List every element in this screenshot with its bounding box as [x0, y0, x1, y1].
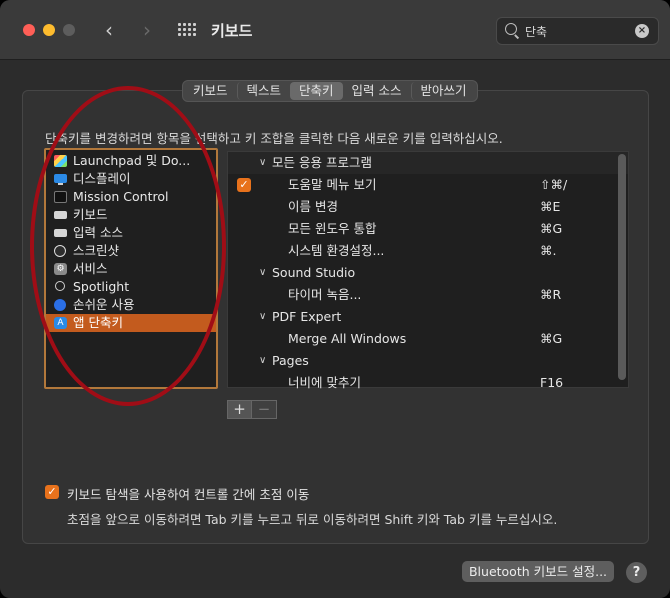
screenshot-icon: [54, 245, 66, 257]
shortcut-keys[interactable]: ⇧⌘/: [540, 174, 600, 196]
category-label: 키보드: [73, 207, 108, 222]
shortcut-group-row[interactable]: ∨ Pages: [228, 350, 628, 372]
window-title: 키보드: [211, 22, 253, 40]
shortcut-row[interactable]: 시스템 환경설정... ⌘.: [228, 240, 628, 262]
category-item-app-shortcuts[interactable]: A 앱 단축키: [46, 314, 216, 332]
zoom-window-button[interactable]: [63, 24, 75, 36]
category-label: 서비스: [73, 261, 108, 276]
disclosure-chevron-icon[interactable]: ∨: [259, 350, 266, 372]
category-item-services[interactable]: ⚙ 서비스: [46, 260, 216, 278]
search-icon: [505, 23, 517, 35]
shortcut-group-row[interactable]: ∨ 모든 응용 프로그램: [228, 152, 628, 174]
shortcut-group-row[interactable]: ∨ PDF Expert: [228, 306, 628, 328]
shortcut-row[interactable]: ✓ 도움말 메뉴 보기 ⇧⌘/: [228, 174, 628, 196]
tab-dictation[interactable]: 받아쓰기: [410, 82, 476, 100]
category-item-screenshot[interactable]: 스크린샷: [46, 242, 216, 260]
tab-input-sources[interactable]: 입력 소스: [343, 82, 411, 100]
category-item-display[interactable]: 디스플레이: [46, 170, 216, 188]
back-chevron-icon[interactable]: ‹: [97, 18, 121, 42]
keyboard-navigation-label[interactable]: 키보드 탐색을 사용하여 컨트롤 간에 초점 이동: [67, 484, 309, 503]
shortcut-row[interactable]: Merge All Windows ⌘G: [228, 328, 628, 350]
disclosure-chevron-icon[interactable]: ∨: [259, 306, 266, 328]
forward-chevron-icon[interactable]: ›: [135, 18, 159, 42]
shortcut-keys[interactable]: ⌘R: [540, 284, 600, 306]
shortcut-table-scrollbar[interactable]: [618, 154, 626, 380]
category-label: 앱 단축키: [73, 315, 123, 330]
shortcut-group-row[interactable]: ∨ Sound Studio: [228, 262, 628, 284]
title-bar: ‹ › 키보드 ×: [0, 0, 670, 60]
disclosure-chevron-icon[interactable]: ∨: [259, 152, 266, 174]
category-item-keyboard[interactable]: 키보드: [46, 206, 216, 224]
bluetooth-keyboard-setup-button[interactable]: Bluetooth 키보드 설정...: [462, 561, 614, 582]
launchpad-icon: [54, 155, 67, 167]
shortcut-table: ∨ 모든 응용 프로그램 ✓ 도움말 메뉴 보기 ⇧⌘/ 이름 변경 ⌘E 모든…: [227, 151, 629, 390]
shortcut-keys[interactable]: F16: [540, 372, 600, 394]
category-item-launchpad[interactable]: Launchpad 및 Do...: [46, 152, 216, 170]
category-label: Spotlight: [73, 279, 130, 294]
help-button[interactable]: ?: [626, 562, 647, 583]
clear-search-icon[interactable]: ×: [635, 24, 649, 38]
shortcut-row[interactable]: 모든 윈도우 통합 ⌘G: [228, 218, 628, 240]
tab-text[interactable]: 텍스트: [236, 82, 291, 100]
search-input[interactable]: [525, 22, 625, 40]
display-icon: [54, 174, 67, 185]
tab-shortcuts[interactable]: 단축키: [290, 82, 343, 100]
shortcut-keys[interactable]: ⌘E: [540, 196, 600, 218]
category-item-mission-control[interactable]: Mission Control: [46, 188, 216, 206]
search-field[interactable]: ×: [496, 17, 659, 45]
disclosure-chevron-icon[interactable]: ∨: [259, 262, 266, 284]
input-source-icon: [54, 229, 67, 237]
category-label: 입력 소스: [73, 225, 123, 240]
keyboard-navigation-checkbox[interactable]: ✓: [45, 485, 59, 499]
shortcut-row[interactable]: 타이머 녹음... ⌘R: [228, 284, 628, 306]
accessibility-icon: [54, 299, 66, 311]
minimize-window-button[interactable]: [43, 24, 55, 36]
shortcut-enabled-checkbox[interactable]: ✓: [237, 178, 251, 192]
tab-bar: 키보드 텍스트 단축키 입력 소스 받아쓰기: [182, 80, 478, 102]
remove-shortcut-button[interactable]: −: [252, 400, 277, 419]
category-label: Mission Control: [73, 189, 169, 204]
app-store-icon: A: [54, 317, 67, 329]
mission-control-icon: [54, 191, 67, 203]
category-label: 손쉬운 사용: [73, 297, 135, 312]
category-item-spotlight[interactable]: Spotlight: [46, 278, 216, 296]
shortcut-keys[interactable]: ⌘G: [540, 218, 600, 240]
instruction-text: 단축키를 변경하려면 항목을 선택하고 키 조합을 클릭한 다음 새로운 키를 …: [45, 131, 503, 146]
category-label: 디스플레이: [73, 171, 131, 186]
category-label: Launchpad 및 Do...: [73, 153, 191, 168]
shortcut-category-list: Launchpad 및 Do... 디스플레이 Mission Control …: [44, 148, 218, 389]
category-label: 스크린샷: [73, 243, 120, 258]
add-remove-controls: + −: [227, 400, 277, 419]
spotlight-magnifier-icon: [55, 281, 65, 291]
show-all-grid-icon[interactable]: [178, 23, 196, 37]
tab-keyboard[interactable]: 키보드: [184, 82, 237, 100]
keyboard-icon: [54, 211, 67, 219]
add-shortcut-button[interactable]: +: [227, 400, 252, 419]
keyboard-preferences-window: ‹ › 키보드 × 키보드 텍스트 단축키 입력 소스 받아쓰기 단축키를 변경…: [0, 0, 670, 598]
shortcut-keys[interactable]: ⌘.: [540, 240, 600, 262]
shortcut-row[interactable]: 이름 변경 ⌘E: [228, 196, 628, 218]
keyboard-navigation-hint: 초점을 앞으로 이동하려면 Tab 키를 누르고 뒤로 이동하려면 Shift …: [67, 512, 558, 527]
shortcut-row[interactable]: 너비에 맞추기 F16: [228, 372, 628, 394]
category-item-input-sources[interactable]: 입력 소스: [46, 224, 216, 242]
category-item-accessibility[interactable]: 손쉬운 사용: [46, 296, 216, 314]
shortcut-keys[interactable]: ⌘G: [540, 328, 600, 350]
services-gear-icon: ⚙: [54, 263, 67, 275]
close-window-button[interactable]: [23, 24, 35, 36]
